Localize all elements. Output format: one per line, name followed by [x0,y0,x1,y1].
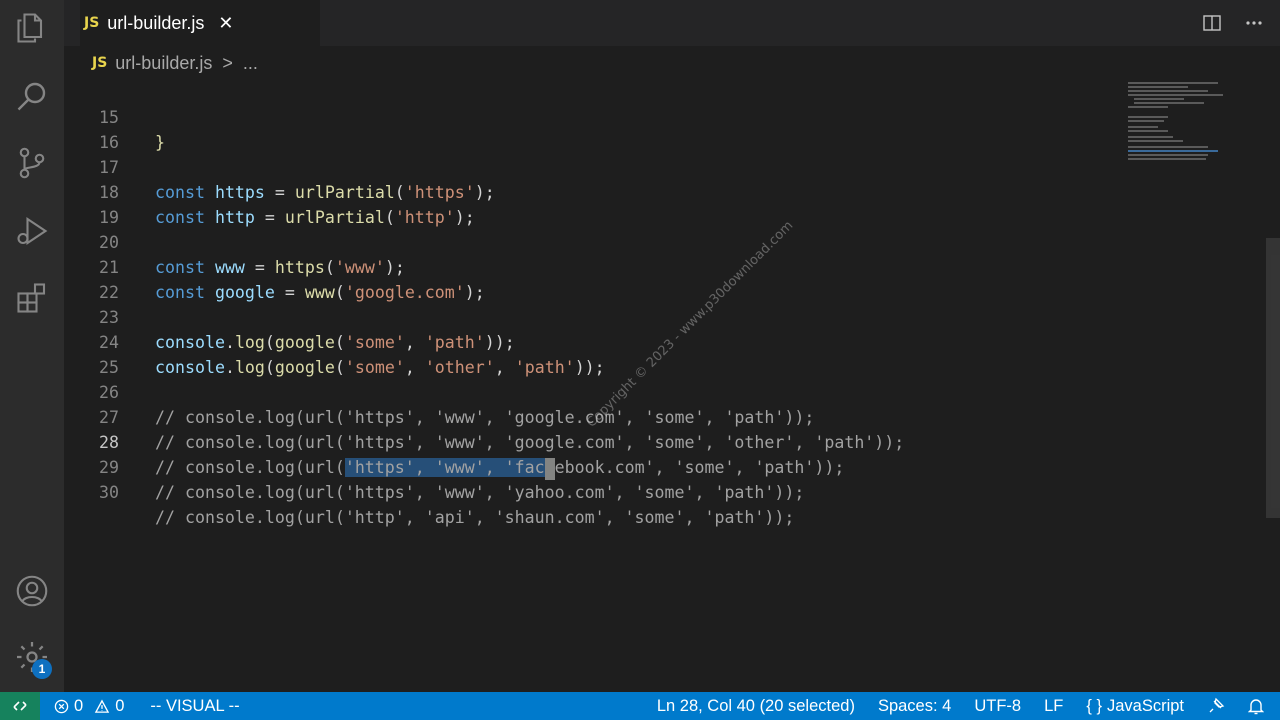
end-of-line[interactable]: LF [1044,697,1063,716]
vim-mode: -- VISUAL -- [150,696,240,715]
code-line: 20 const www = https('www'); [64,205,1124,277]
code-line: 16 [64,105,1124,152]
error-icon [54,699,69,713]
cursor-position[interactable]: Ln 28, Col 40 (20 selected) [657,697,855,716]
code-line: 23 console.log(google('some', 'path')); [64,280,1124,352]
tab-url-builder[interactable]: JS url-builder.js ✕ [80,0,320,46]
breadcrumb-file[interactable]: url-builder.js [115,53,212,74]
feedback-icon[interactable] [1207,697,1225,715]
indentation[interactable]: Spaces: 4 [878,697,951,716]
split-editor-icon[interactable] [1202,13,1222,33]
editor-actions [1202,0,1280,46]
js-file-icon: JS [84,15,100,31]
code-line: 27 // console.log(url('https', 'www', 'g… [64,380,1124,452]
breadcrumb-more[interactable]: ... [243,53,258,74]
encoding[interactable]: UTF-8 [974,697,1021,716]
tab-title: url-builder.js [107,12,205,33]
language-mode[interactable]: { } JavaScript [1086,697,1184,716]
vertical-scrollbar[interactable] [1266,80,1280,692]
code-line: 21 const google = www('google.com'); [64,230,1124,302]
problems-indicator[interactable]: 0 0 [54,697,124,716]
code-line: 17 const https = urlPartial('https'); [64,130,1124,202]
warning-count: 0 [115,696,125,715]
code-line: 29 // console.log(url('https', 'www', 'y… [64,430,1124,502]
js-file-icon: JS [92,55,108,71]
line-number: 30 [99,483,119,502]
warning-icon [94,698,110,713]
code-line: 18 const http = urlPartial('http'); [64,155,1124,227]
error-count: 0 [74,696,84,715]
braces-icon: { } [1086,696,1102,715]
code-line: 15 } [64,80,1124,152]
remote-indicator[interactable] [0,692,40,720]
code-editor[interactable]: 15 } 16 17 const https = urlPartial('htt… [64,80,1280,692]
minimap[interactable] [1128,80,1238,170]
more-actions-icon[interactable] [1244,13,1264,33]
tab-strip: JS url-builder.js ✕ [64,0,1280,46]
run-debug-icon[interactable] [12,211,52,251]
code-line: 26 // console.log(url('https', 'www', 'g… [64,355,1124,427]
source-control-icon[interactable] [12,143,52,183]
code-line: 22 [64,255,1124,302]
extensions-icon[interactable] [12,278,52,318]
code-line: 24 console.log(google('some', 'other', '… [64,305,1124,377]
notifications-bell-icon[interactable] [1248,697,1264,715]
code-line: 19 [64,180,1124,227]
close-icon[interactable]: ✕ [218,13,233,34]
activity-bar: 1 [0,0,64,692]
breadcrumb-separator: > [222,52,233,73]
code-line: 25 [64,330,1124,377]
scrollbar-thumb[interactable] [1266,238,1280,518]
breadcrumb: JS url-builder.js > ... [64,46,1280,80]
explorer-icon[interactable] [12,8,52,48]
account-icon[interactable] [12,571,52,611]
search-icon[interactable] [12,76,52,116]
status-bar: 0 0 -- VISUAL -- Ln 28, Col 40 (20 selec… [0,692,1280,720]
settings-update-badge: 1 [32,659,52,679]
remote-icon [13,701,27,711]
code-line: 30 // console.log(url('http', 'api', 'sh… [64,455,1124,527]
